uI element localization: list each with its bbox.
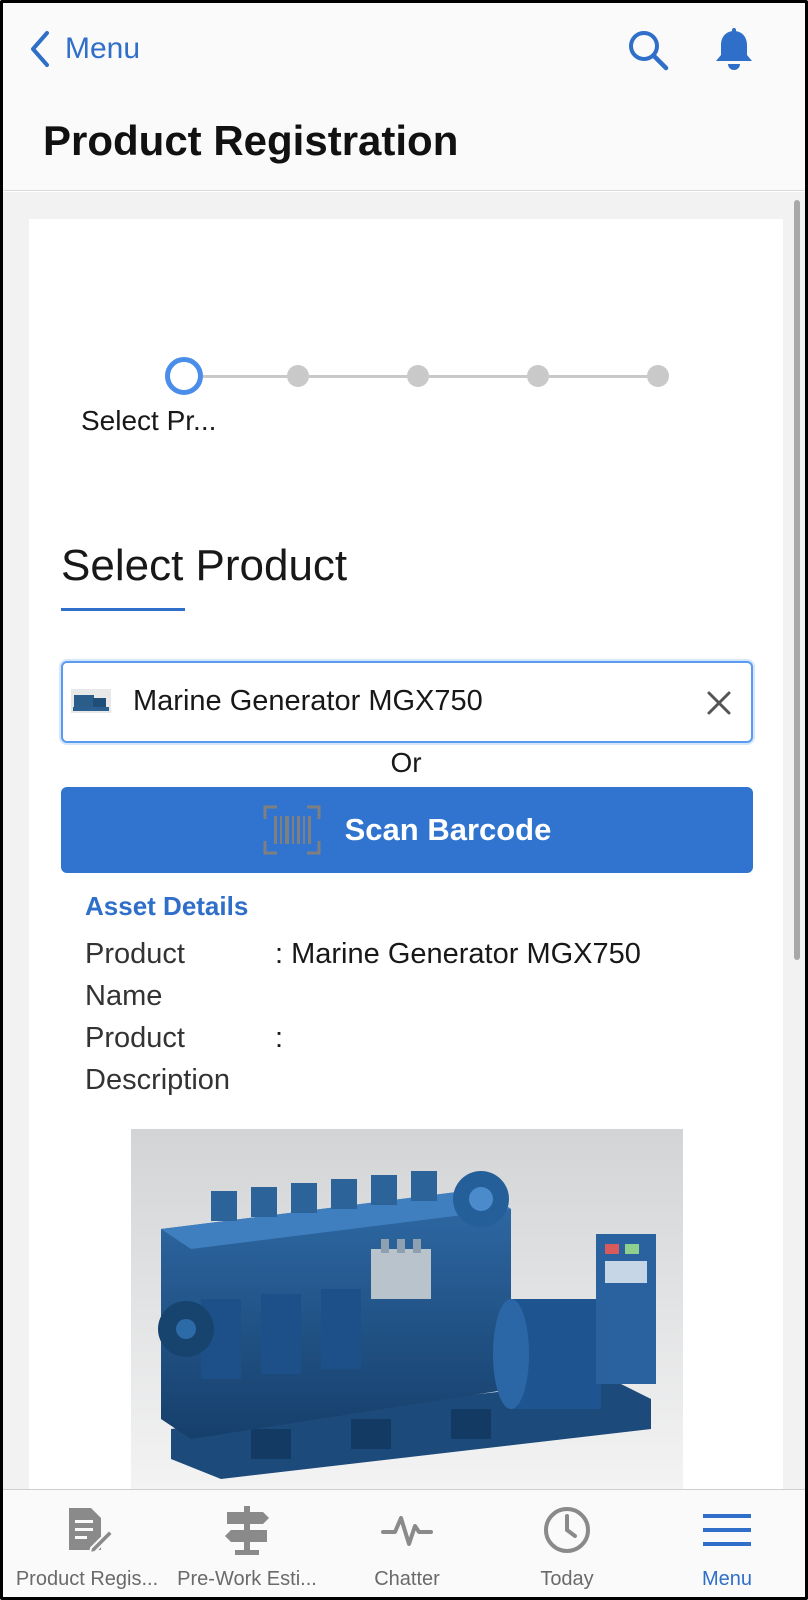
notifications-button[interactable]	[711, 27, 757, 73]
stepper-connector	[429, 375, 527, 378]
product-image	[131, 1129, 683, 1499]
tab-label: Menu	[701, 1568, 753, 1590]
document-edit-icon	[69, 1508, 113, 1555]
step-indicator-3	[407, 365, 429, 387]
search-icon	[629, 31, 669, 71]
tab-label: Chatter	[374, 1568, 440, 1590]
step-indicator-current	[165, 357, 203, 395]
tab-chatter[interactable]: Chatter	[327, 1490, 487, 1597]
detail-row-product-description: Product Description :	[85, 1017, 283, 1101]
detail-label: Product Description	[85, 1022, 231, 1096]
scan-barcode-label: Scan Barcode	[344, 812, 552, 847]
step-indicator-5	[647, 365, 669, 387]
tab-label: Product Regis...	[15, 1568, 159, 1590]
chevron-left-icon	[31, 31, 49, 67]
page-title: Product Registration	[43, 117, 459, 164]
detail-row-product-name: Product Name : Marine Generator MGX750	[85, 933, 641, 1017]
asset-details-heading: Asset Details	[85, 891, 249, 921]
current-step-label: Select Pr...	[81, 405, 217, 436]
or-separator: Or	[390, 747, 422, 778]
app-frame: Menu Product Registration Select Pr... S…	[0, 0, 808, 1600]
step-indicator-4	[527, 365, 549, 387]
product-thumbnail	[71, 689, 111, 713]
detail-value: :	[275, 1022, 284, 1054]
detail-label: Product Name	[85, 938, 185, 1012]
detail-value: : Marine Generator MGX750	[275, 938, 641, 970]
scan-barcode-button[interactable]: Scan Barcode	[61, 787, 753, 873]
lookup-value: Marine Generator MGX750	[133, 685, 483, 717]
stepper-connector	[203, 375, 287, 378]
tab-product-registration[interactable]: Product Regis...	[7, 1490, 167, 1597]
bell-icon	[716, 28, 752, 70]
step-indicator-2	[287, 365, 309, 387]
hamburger-menu-icon	[703, 1514, 751, 1546]
signpost-icon	[225, 1506, 269, 1555]
registration-card: Select Pr... Select Product Marine Gener…	[29, 219, 783, 1499]
back-button[interactable]: Menu	[29, 27, 140, 71]
back-label: Menu	[65, 32, 141, 65]
section-title: Select Product	[61, 541, 348, 590]
stepper-connector	[549, 375, 647, 378]
top-navigation-bar: Menu Product Registration	[3, 3, 805, 191]
bottom-tab-bar: Product Regis... Pre-Work Esti... Chatte…	[3, 1489, 805, 1597]
search-button[interactable]	[625, 27, 671, 73]
content-area[interactable]: Select Pr... Select Product Marine Gener…	[3, 192, 805, 1499]
clear-selection-button[interactable]	[699, 683, 739, 723]
tab-pre-work-estimate[interactable]: Pre-Work Esti...	[167, 1490, 327, 1597]
barcode-icon	[263, 805, 321, 855]
close-icon	[707, 691, 731, 715]
tab-today[interactable]: Today	[487, 1490, 647, 1597]
pulse-icon	[381, 1516, 433, 1546]
progress-stepper	[165, 357, 689, 397]
section-title-underline	[61, 608, 185, 611]
clock-icon	[544, 1507, 590, 1553]
product-lookup-field[interactable]: Marine Generator MGX750	[61, 661, 753, 743]
scrollbar[interactable]	[794, 200, 800, 960]
tab-label: Pre-Work Esti...	[177, 1568, 317, 1590]
tab-label: Today	[540, 1568, 594, 1590]
stepper-connector	[309, 375, 407, 378]
tab-menu[interactable]: Menu	[647, 1490, 805, 1597]
